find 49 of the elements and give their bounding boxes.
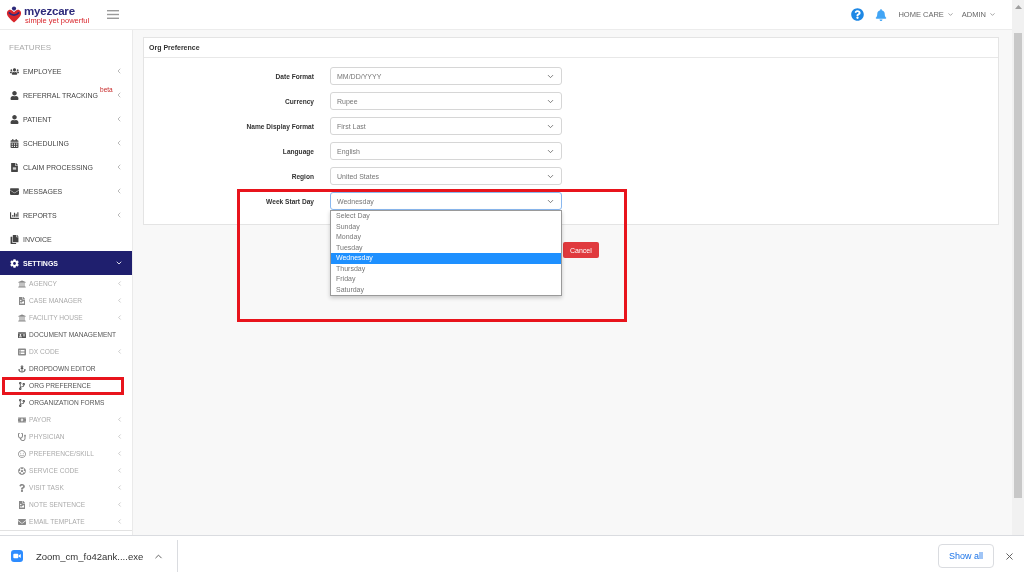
section-title: FEATURES xyxy=(8,42,53,54)
list-icon xyxy=(17,347,26,356)
logo-wordmark: myezcare xyxy=(24,4,76,17)
banknote-icon xyxy=(17,415,26,424)
user-icon xyxy=(9,90,19,100)
chevron-left-icon xyxy=(116,314,123,321)
bar-chart-icon xyxy=(9,210,19,220)
chevron-left-icon xyxy=(116,348,123,355)
chevron-left-icon xyxy=(116,433,123,440)
chevron-down-icon xyxy=(989,11,996,18)
chevron-left-icon xyxy=(116,416,123,423)
download-file-name[interactable]: Zoom_cm_fo42ank....exe xyxy=(36,550,144,562)
bank-icon xyxy=(17,279,26,288)
bell-icon[interactable] xyxy=(875,8,888,21)
image-file-icon xyxy=(17,296,26,305)
question-mark-icon xyxy=(17,483,26,492)
chevron-left-icon xyxy=(116,467,123,474)
document-icon xyxy=(9,162,19,172)
image-file-icon xyxy=(17,500,26,509)
users-icon xyxy=(9,66,19,76)
scrollbar-thumb[interactable] xyxy=(1014,33,1022,498)
chevron-down-icon xyxy=(946,11,954,18)
chevron-left-icon xyxy=(116,501,123,508)
envelope-icon xyxy=(17,517,26,526)
user-icon xyxy=(9,114,19,124)
close-icon[interactable] xyxy=(1004,550,1015,562)
envelope-icon xyxy=(9,186,19,196)
id-card-icon xyxy=(17,330,26,339)
chevron-left-icon xyxy=(116,297,123,304)
help-icon[interactable] xyxy=(851,8,865,21)
stethoscope-icon xyxy=(17,432,26,441)
branch-icon xyxy=(17,381,26,390)
settings-icon xyxy=(9,258,19,268)
show-all-button[interactable]: Show all xyxy=(938,544,994,568)
smiley-icon xyxy=(17,449,26,458)
anchor-icon xyxy=(17,364,26,373)
chevron-left-icon xyxy=(116,484,123,491)
menu-icon[interactable] xyxy=(107,10,119,19)
scrollbar-track[interactable] xyxy=(1012,0,1024,535)
chevron-left-icon xyxy=(116,280,123,287)
branch-icon xyxy=(17,398,26,407)
copy-icon xyxy=(9,234,19,244)
chevron-left-icon xyxy=(116,450,123,457)
bank-icon xyxy=(17,313,26,322)
scroll-up-arrow-icon[interactable] xyxy=(1014,5,1022,9)
video-camera-icon xyxy=(11,550,23,562)
logo-icon xyxy=(6,6,22,23)
chevron-left-icon xyxy=(116,518,123,525)
calendar-icon xyxy=(9,138,19,148)
